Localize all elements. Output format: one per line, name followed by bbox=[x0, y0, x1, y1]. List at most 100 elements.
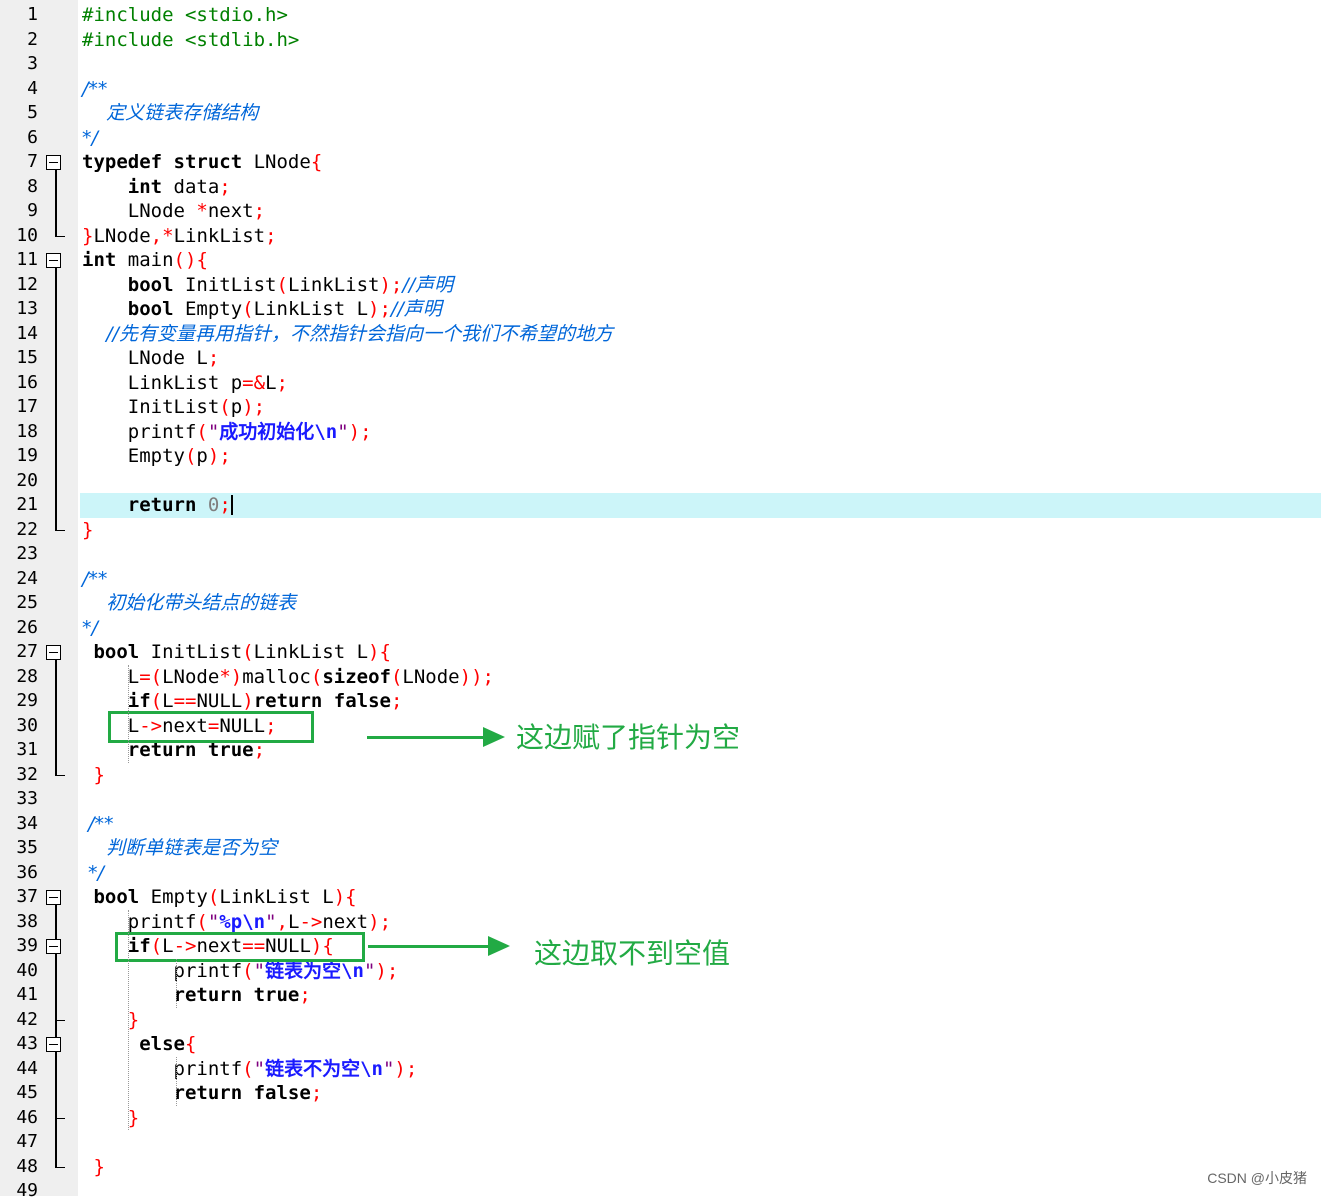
code-line: 28 L=(LNode*)malloc(sizeof(LNode)); bbox=[0, 665, 1321, 690]
code-text: */ bbox=[82, 861, 104, 884]
code-line: 15 LNode L; bbox=[0, 346, 1321, 371]
code-line: 42 } bbox=[0, 1008, 1321, 1033]
code-text: 初始化带头结点的链表 bbox=[82, 592, 297, 614]
fold-collapse-icon[interactable] bbox=[46, 253, 61, 268]
line-number: 32 bbox=[16, 763, 38, 785]
code-text: } bbox=[93, 763, 105, 786]
code-text: return 0; bbox=[127, 494, 233, 516]
line-number: 1 bbox=[27, 4, 38, 25]
code-line: 32 } bbox=[0, 763, 1321, 788]
code-line: 20 bbox=[0, 469, 1321, 494]
annotation-note-1: 这边赋了指针为空 bbox=[516, 721, 741, 754]
arrowhead-1-icon bbox=[483, 727, 505, 747]
code-text: typedef struct LNode{ bbox=[82, 151, 323, 173]
line-number: 43 bbox=[16, 1033, 38, 1054]
fold-end-marker bbox=[55, 235, 65, 238]
line-number: 26 bbox=[16, 616, 38, 638]
code-text: 判断单链表是否为空 bbox=[82, 837, 278, 859]
code-text: 定义链表存储结构 bbox=[82, 102, 259, 124]
code-line: 36 */ bbox=[0, 861, 1321, 886]
code-text: printf("链表不为空\n"); bbox=[82, 1057, 418, 1080]
line-number: 28 bbox=[16, 665, 38, 687]
line-number: 38 bbox=[16, 910, 38, 932]
code-line: 12 bool InitList(LinkList);//声明 bbox=[0, 273, 1321, 298]
code-line: 17 InitList(p); bbox=[0, 395, 1321, 420]
indent-guide bbox=[176, 1056, 178, 1106]
line-number: 8 bbox=[27, 175, 38, 197]
code-text: } bbox=[93, 1155, 105, 1178]
code-text: return false; bbox=[173, 1082, 323, 1104]
code-line: 22} bbox=[0, 518, 1321, 543]
code-line: 3 bbox=[0, 52, 1321, 77]
code-text: //先有变量再用指针，不然指针会指向一个我们不希望的地方 bbox=[82, 322, 613, 345]
code-text: } bbox=[127, 1106, 140, 1129]
line-number: 16 bbox=[16, 371, 38, 393]
fold-end-marker bbox=[55, 1019, 65, 1022]
code-text: int data; bbox=[127, 175, 231, 198]
code-text: } bbox=[82, 518, 94, 541]
fold-guide-line bbox=[55, 170, 57, 236]
indent-guide bbox=[128, 664, 130, 763]
indent-guide bbox=[128, 909, 130, 1130]
code-line: 23 bbox=[0, 542, 1321, 567]
code-text: Empty(p); bbox=[82, 445, 231, 467]
line-number: 25 bbox=[16, 592, 38, 613]
fold-collapse-icon[interactable] bbox=[46, 939, 61, 954]
code-line: 33 bbox=[0, 787, 1321, 812]
line-number: 13 bbox=[16, 298, 38, 319]
fold-collapse-icon[interactable] bbox=[46, 1037, 61, 1052]
code-line: 29 if(L==NULL)return false; bbox=[0, 689, 1321, 714]
line-number: 9 bbox=[27, 200, 38, 221]
code-line: 26 */ bbox=[0, 616, 1321, 641]
line-number: 21 bbox=[16, 494, 38, 515]
code-line: 19 Empty(p); bbox=[0, 444, 1321, 469]
code-text: /** bbox=[82, 812, 114, 835]
line-number: 39 bbox=[16, 935, 38, 956]
code-line: 21 return 0; bbox=[16, 493, 1321, 518]
line-number: 4 bbox=[27, 77, 38, 99]
line-number: 41 bbox=[16, 984, 38, 1005]
code-line: 37 bool Empty(LinkList L){ bbox=[0, 885, 1321, 910]
code-text: bool Empty(LinkList L){ bbox=[93, 886, 357, 908]
line-number: 2 bbox=[27, 28, 38, 50]
fold-collapse-icon[interactable] bbox=[46, 890, 61, 905]
code-line: 48 } bbox=[0, 1155, 1321, 1180]
line-number: 7 bbox=[27, 151, 38, 172]
line-number: 34 bbox=[16, 812, 38, 834]
line-number: 42 bbox=[16, 1008, 38, 1030]
code-text: bool Empty(LinkList L);//声明 bbox=[127, 298, 442, 320]
code-line: 4 /** bbox=[0, 77, 1321, 102]
line-number: 36 bbox=[16, 861, 38, 883]
code-line: 1 #include <stdio.h> bbox=[0, 3, 1321, 28]
fold-end-marker bbox=[55, 774, 65, 777]
line-number: 44 bbox=[16, 1057, 38, 1079]
arrowhead-2-icon bbox=[488, 936, 510, 956]
watermark: CSDN @小皮猪 bbox=[1207, 1170, 1307, 1186]
code-line: 11 int main(){ bbox=[0, 248, 1321, 273]
highlight-box-line-39 bbox=[115, 932, 365, 962]
code-text: InitList(p); bbox=[82, 396, 266, 418]
line-number: 46 bbox=[16, 1106, 38, 1128]
arrow-1 bbox=[367, 736, 487, 739]
line-number: 23 bbox=[16, 543, 38, 564]
code-text: bool InitList(LinkList L){ bbox=[93, 641, 391, 663]
code-text: if(L==NULL)return false; bbox=[127, 690, 403, 712]
line-number: 48 bbox=[16, 1155, 38, 1177]
code-line: 16 LinkList p=&L; bbox=[0, 371, 1321, 396]
line-number: 22 bbox=[16, 518, 38, 540]
fold-collapse-icon[interactable] bbox=[46, 155, 61, 170]
code-line: 8 int data; bbox=[0, 175, 1321, 200]
code-line: 25 初始化带头结点的链表 bbox=[0, 591, 1321, 616]
line-number: 35 bbox=[16, 837, 38, 858]
line-number: 24 bbox=[16, 567, 38, 589]
code-line: 38 printf("%p\n",L->next); bbox=[0, 910, 1321, 935]
code-line: 35 判断单链表是否为空 bbox=[0, 836, 1321, 861]
fold-collapse-icon[interactable] bbox=[46, 645, 61, 660]
line-number: 33 bbox=[16, 788, 38, 809]
code-line: 9 LNode *next; bbox=[0, 199, 1321, 224]
line-number: 30 bbox=[16, 714, 38, 736]
line-number: 47 bbox=[16, 1131, 38, 1152]
code-text: bool InitList(LinkList);//声明 bbox=[127, 273, 454, 296]
line-number: 31 bbox=[16, 739, 38, 760]
code-text: LNode *next; bbox=[82, 200, 266, 222]
